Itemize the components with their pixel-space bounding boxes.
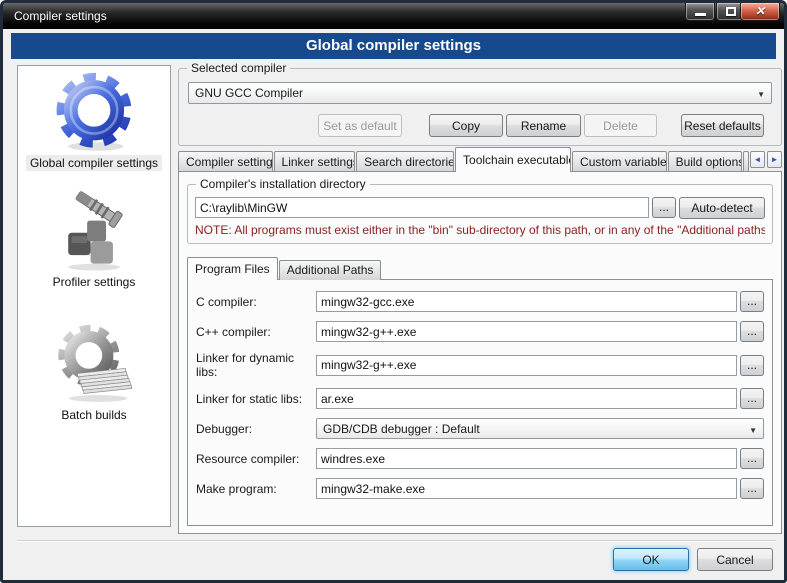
tab-compiler-settings[interactable]: Compiler settings	[178, 151, 273, 172]
field-row-static-linker: Linker for static libs: ...	[196, 388, 764, 409]
copy-button[interactable]: Copy	[429, 114, 503, 137]
tab-overflow-clipped[interactable]	[743, 151, 749, 172]
close-button[interactable]: ✕	[740, 3, 780, 21]
rename-button[interactable]: Rename	[506, 114, 581, 137]
ok-button[interactable]: OK	[613, 548, 689, 571]
auto-detect-button[interactable]: Auto-detect	[679, 197, 765, 219]
installation-directory-label: Compiler's installation directory	[196, 177, 370, 191]
blue-gear-icon	[51, 69, 137, 155]
field-row-debugger: Debugger: GDB/CDB debugger : Default ▼	[196, 418, 764, 439]
c-compiler-input[interactable]	[316, 291, 737, 312]
tab-custom-variables[interactable]: Custom variables	[572, 151, 667, 172]
compiler-buttons-row: Set as default Copy Rename Delete Reset …	[188, 114, 781, 137]
tab-toolchain-executables[interactable]: Toolchain executables	[455, 147, 571, 172]
field-label: Linker for dynamic libs:	[196, 351, 316, 379]
dynamic-linker-input[interactable]	[316, 355, 737, 376]
field-label: Make program:	[196, 482, 316, 496]
gray-gear-stack-icon	[51, 321, 137, 407]
program-files-panel: C compiler: ... C++ compiler: ... Linker…	[187, 279, 773, 526]
window-title: Compiler settings	[14, 9, 107, 23]
tab-search-directories[interactable]: Search directories	[356, 151, 454, 172]
minimize-button[interactable]	[685, 3, 715, 21]
footer-divider	[17, 540, 776, 542]
caliper-icon	[51, 188, 137, 274]
settings-sidebar: Global compiler settings Profiler settin…	[17, 65, 171, 527]
field-row-cpp-compiler: C++ compiler: ...	[196, 321, 764, 342]
make-program-input[interactable]	[316, 478, 737, 499]
browse-dynamic-linker-button[interactable]: ...	[740, 355, 764, 376]
reset-defaults-button[interactable]: Reset defaults	[681, 114, 764, 137]
tab-scroll-right-button[interactable]: ►	[767, 151, 782, 168]
sidebar-item-batch-builds[interactable]: Batch builds	[18, 321, 170, 423]
page-title: Global compiler settings	[11, 33, 776, 59]
settings-tabstrip: Compiler settings Linker settings Search…	[178, 147, 782, 172]
compiler-settings-dialog: Compiler settings ✕ Global compiler sett…	[0, 0, 787, 583]
main-content: Selected compiler GNU GCC Compiler ▼ Set…	[178, 65, 782, 533]
sidebar-item-label: Global compiler settings	[26, 155, 162, 171]
field-label: Debugger:	[196, 422, 316, 436]
field-row-make-program: Make program: ...	[196, 478, 764, 499]
field-label: Resource compiler:	[196, 452, 316, 466]
static-linker-input[interactable]	[316, 388, 737, 409]
arrow-left-icon: ◄	[754, 155, 762, 164]
field-label: C compiler:	[196, 295, 316, 309]
browse-static-linker-button[interactable]: ...	[740, 388, 764, 409]
compiler-select[interactable]: GNU GCC Compiler ▼	[188, 82, 772, 104]
field-label: C++ compiler:	[196, 325, 316, 339]
arrow-right-icon: ►	[771, 155, 779, 164]
field-label: Linker for static libs:	[196, 392, 316, 406]
maximize-icon	[726, 7, 736, 16]
sidebar-item-label: Profiler settings	[49, 274, 140, 290]
program-files-subtabs: Program Files Additional Paths	[187, 257, 781, 280]
tab-linker-settings[interactable]: Linker settings	[274, 151, 356, 172]
compiler-select-value: GNU GCC Compiler	[195, 86, 303, 100]
installation-directory-group: Compiler's installation directory ... Au…	[187, 184, 773, 244]
titlebar: Compiler settings ✕	[3, 3, 784, 29]
selected-compiler-group: Selected compiler GNU GCC Compiler ▼ Set…	[178, 68, 782, 146]
installation-directory-input[interactable]	[195, 197, 649, 218]
field-row-dynamic-linker: Linker for dynamic libs: ...	[196, 351, 764, 379]
browse-make-program-button[interactable]: ...	[740, 478, 764, 499]
browse-resource-compiler-button[interactable]: ...	[740, 448, 764, 469]
cpp-compiler-input[interactable]	[316, 321, 737, 342]
subtab-program-files[interactable]: Program Files	[187, 257, 278, 280]
tab-scroll-left-button[interactable]: ◄	[750, 151, 765, 168]
field-row-c-compiler: C compiler: ...	[196, 291, 764, 312]
sidebar-item-profiler-settings[interactable]: Profiler settings	[18, 188, 170, 290]
browse-directory-button[interactable]: ...	[652, 197, 676, 218]
chevron-down-icon: ▼	[757, 90, 765, 99]
cancel-button[interactable]: Cancel	[697, 548, 773, 571]
tab-build-options[interactable]: Build options	[668, 151, 742, 172]
bin-subdirectory-note: NOTE: All programs must exist either in …	[195, 223, 765, 237]
browse-c-compiler-button[interactable]: ...	[740, 291, 764, 312]
debugger-select[interactable]: GDB/CDB debugger : Default ▼	[316, 418, 764, 439]
chevron-down-icon: ▼	[749, 426, 757, 435]
subtab-additional-paths[interactable]: Additional Paths	[279, 260, 382, 280]
sidebar-item-label: Batch builds	[57, 407, 130, 423]
minimize-icon	[695, 13, 706, 16]
tab-scroll-buttons: ◄ ►	[750, 151, 782, 168]
resource-compiler-input[interactable]	[316, 448, 737, 469]
sidebar-item-global-compiler-settings[interactable]: Global compiler settings	[18, 69, 170, 171]
set-as-default-button[interactable]: Set as default	[318, 114, 402, 137]
selected-compiler-label: Selected compiler	[187, 61, 290, 75]
field-row-resource-compiler: Resource compiler: ...	[196, 448, 764, 469]
close-icon: ✕	[741, 3, 779, 19]
delete-button[interactable]: Delete	[584, 114, 657, 137]
browse-cpp-compiler-button[interactable]: ...	[740, 321, 764, 342]
debugger-select-value: GDB/CDB debugger : Default	[323, 422, 480, 436]
toolchain-executables-panel: Compiler's installation directory ... Au…	[178, 171, 782, 534]
